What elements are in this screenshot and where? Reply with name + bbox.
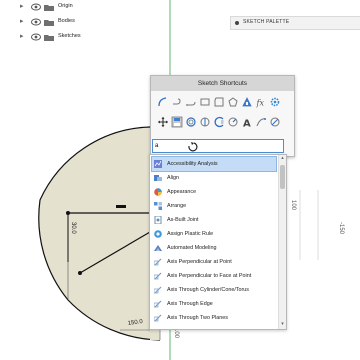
- list-item-label: As-Built Joint: [167, 217, 199, 223]
- arc-tool-icon[interactable]: [171, 96, 183, 108]
- dimension-text-left[interactable]: 30.0: [70, 222, 76, 234]
- fillet-tool-icon[interactable]: [227, 116, 239, 128]
- browser-item-sketches[interactable]: ▸ Sketches: [0, 30, 120, 45]
- joint-icon: [154, 215, 162, 225]
- list-item-label: Axis Through Two Planes: [167, 315, 228, 321]
- list-item-label: Automated Modeling: [167, 245, 217, 251]
- ruler-label-right: 100: [290, 200, 296, 211]
- visibility-eye-icon[interactable]: [31, 3, 41, 11]
- shortcut-search-field[interactable]: [152, 139, 284, 153]
- list-item[interactable]: Axis Through Edge: [152, 297, 276, 311]
- scroll-thumb[interactable]: [280, 165, 285, 189]
- list-item-label: Align: [167, 175, 179, 181]
- sketch-palette-header[interactable]: SKETCH PALETTE: [230, 16, 360, 30]
- browser-item-label: Origin: [58, 3, 73, 9]
- browser-item-bodies[interactable]: ▸ Bodies: [0, 15, 120, 30]
- sketch-palette-label: SKETCH PALETTE: [243, 19, 290, 25]
- list-item[interactable]: Axis Perpendicular at Point: [152, 255, 276, 269]
- browser-item-origin[interactable]: ▸ Origin: [0, 0, 120, 15]
- modeling-icon: [154, 244, 162, 252]
- axis-icon: [153, 272, 162, 280]
- cursor-arrow-icon: [188, 142, 198, 152]
- arrange-icon: [154, 202, 162, 210]
- project-tool-icon[interactable]: [213, 116, 225, 128]
- plastic-rule-icon: [154, 230, 162, 238]
- align-icon: [154, 174, 162, 182]
- gear-tool-icon[interactable]: [269, 96, 281, 108]
- folder-icon: [44, 20, 54, 26]
- list-item-label: Accessibility Analysis: [167, 161, 218, 167]
- collapse-dot-icon[interactable]: [235, 21, 239, 25]
- mirror-tool-icon[interactable]: [199, 116, 211, 128]
- axis-icon: [153, 314, 162, 322]
- list-item[interactable]: Assign Plastic Rule: [152, 227, 276, 241]
- list-item-label: Assign Plastic Rule: [167, 231, 214, 237]
- folder-icon: [44, 5, 54, 11]
- sketch-point[interactable]: [66, 211, 70, 215]
- list-item-label: Axis Through Cylinder/Cone/Torus: [167, 287, 249, 293]
- list-item-label: Axis Perpendicular to Face at Point: [167, 273, 252, 279]
- dropdown-scrollbar[interactable]: ▴ ▾: [278, 155, 286, 329]
- list-item[interactable]: Accessibility Analysis: [151, 156, 277, 172]
- visibility-eye-icon[interactable]: [31, 33, 41, 41]
- polygon-tool-icon[interactable]: [213, 96, 225, 108]
- ruler-label-far-right: -150: [338, 222, 344, 235]
- shortcut-search-input[interactable]: [153, 140, 277, 152]
- spline-tool-icon[interactable]: [185, 96, 197, 108]
- save-sketch-icon[interactable]: [171, 116, 183, 128]
- list-item[interactable]: Appearance: [152, 185, 276, 199]
- list-item[interactable]: As-Built Joint: [152, 213, 276, 227]
- text-tool-icon[interactable]: A: [241, 116, 253, 129]
- browser-item-label: Bodies: [58, 18, 75, 24]
- sketch-shortcuts-title: Sketch Shortcuts: [151, 76, 294, 91]
- triangle-tool-icon[interactable]: [241, 96, 253, 108]
- expand-caret-icon[interactable]: ▸: [20, 18, 28, 26]
- browser-tree: ▸ Origin ▸ Bodies ▸ Sketches: [0, 0, 120, 45]
- list-item[interactable]: Axis Perpendicular to Face at Point: [152, 269, 276, 283]
- svg-text:A: A: [243, 119, 251, 129]
- move-tool-icon[interactable]: [157, 116, 169, 128]
- offset-tool-icon[interactable]: [185, 116, 197, 128]
- circle-tool-icon[interactable]: [227, 96, 239, 108]
- sketch-point[interactable]: [78, 271, 82, 275]
- list-item-label: Arrange: [167, 203, 187, 209]
- list-item[interactable]: Automated Modeling: [152, 241, 276, 255]
- axis-icon: [153, 300, 162, 308]
- list-item-label: Appearance: [167, 189, 197, 195]
- scroll-up-icon[interactable]: ▴: [279, 155, 286, 161]
- list-item-label: Axis Through Edge: [167, 301, 213, 307]
- appearance-icon: [154, 188, 162, 196]
- list-item[interactable]: Axis Through Cylinder/Cone/Torus: [152, 283, 276, 297]
- rectangle-tool-icon[interactable]: [199, 96, 211, 108]
- fx-parameters-icon[interactable]: fx: [255, 96, 267, 108]
- list-item[interactable]: Axis Through Two Planes: [152, 311, 276, 325]
- command-search-dropdown: Accessibility Analysis Align Appearance …: [149, 154, 287, 330]
- folder-icon: [44, 35, 54, 41]
- axis-icon: [153, 258, 162, 266]
- list-item[interactable]: Align: [152, 171, 276, 185]
- fit-point-spline-icon[interactable]: [255, 116, 267, 128]
- expand-caret-icon[interactable]: ▸: [20, 33, 28, 41]
- expand-caret-icon[interactable]: ▸: [20, 3, 28, 11]
- visibility-eye-icon[interactable]: [31, 18, 41, 26]
- svg-text:fx: fx: [256, 99, 265, 108]
- analysis-icon: [154, 160, 162, 168]
- browser-item-label: Sketches: [58, 33, 81, 39]
- line-tool-icon[interactable]: [157, 96, 169, 108]
- axis-icon: [153, 286, 162, 294]
- list-item-label: Axis Perpendicular at Point: [167, 259, 232, 265]
- list-item[interactable]: Arrange: [152, 199, 276, 213]
- scroll-down-icon[interactable]: ▾: [279, 321, 286, 327]
- constraint-tool-icon[interactable]: [269, 116, 281, 128]
